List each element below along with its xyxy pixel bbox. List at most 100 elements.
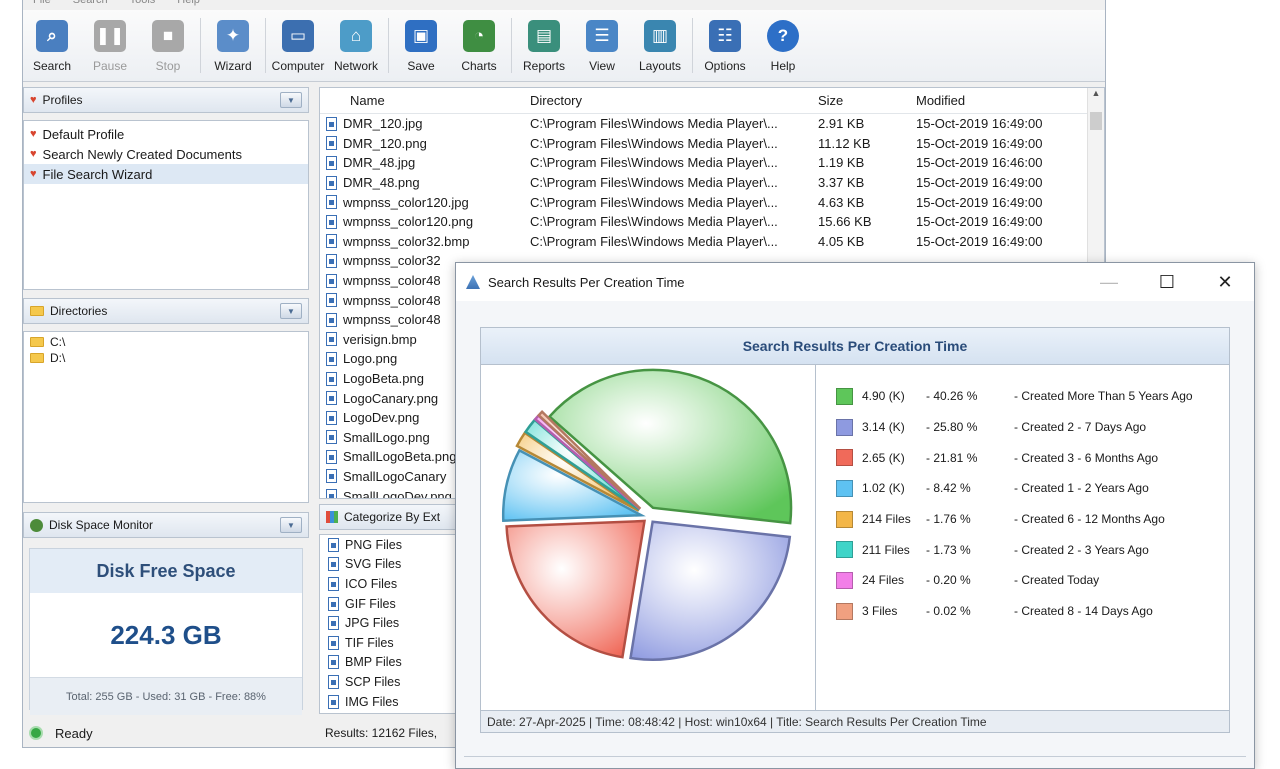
profile-item[interactable]: ♥ File Search Wizard [24,164,308,184]
disk-monitor-dropdown-button[interactable]: ▼ [280,517,302,533]
cell-size: 3.37 KB [818,175,865,191]
category-item[interactable]: JPG Files [320,613,458,633]
directories-dropdown-button[interactable]: ▼ [280,303,302,319]
categorize-panel-header: Categorize By Ext [319,504,459,530]
close-button[interactable]: ✕ [1196,263,1254,301]
directories-list: C:\ D:\ [23,331,309,503]
scroll-up-icon[interactable]: ▲ [1088,88,1104,98]
profile-item[interactable]: ♥ Search Newly Created Documents [24,144,308,164]
help-button[interactable]: ? Help [754,10,812,81]
file-icon [326,195,337,210]
results-count: Results: 12162 Files, [325,726,438,740]
file-icon [326,410,337,425]
pause-button[interactable]: ❚❚ Pause [81,10,139,81]
computer-icon: ▭ [282,20,314,52]
column-size[interactable]: Size [818,93,916,108]
view-button[interactable]: ☰ View [573,10,631,81]
save-icon: ▣ [405,20,437,52]
toolbar-label: View [589,59,615,73]
table-row[interactable]: DMR_48.jpg C:\Program Files\Windows Media… [320,153,1104,173]
category-item[interactable]: SVG Files [320,555,458,575]
table-row[interactable]: DMR_48.png C:\Program Files\Windows Media… [320,173,1104,193]
category-item[interactable]: BMP Files [320,653,458,673]
menu-help[interactable]: Help [177,0,200,10]
toolbar-label: Stop [155,59,181,73]
category-label: GIF Files [345,596,396,611]
cell-directory: C:\Program Files\Windows Media Player\..… [530,214,778,230]
disk-monitor-panel-header: Disk Space Monitor ▼ [23,512,309,538]
table-row[interactable]: DMR_120.jpg C:\Program Files\Windows Medi… [320,114,1104,134]
legend-item: 211 Files - 1.73 % - Created 2 - 3 Years A… [836,534,1193,565]
file-name: verisign.bmp [343,331,417,347]
categorize-icon [326,511,338,523]
profile-icon: ♥ [30,94,37,106]
cell-directory: C:\Program Files\Windows Media Player\..… [530,155,778,171]
file-name: wmpnss_color48 [343,292,441,308]
chart-title: Search Results Per Creation Time [481,328,1229,365]
wizard-button[interactable]: ✦ Wizard [204,10,262,81]
toolbar-separator [692,18,693,73]
category-label: IMG Files [345,694,399,709]
legend-value: 3.14 (K) [862,420,905,435]
file-icon [326,351,337,366]
profiles-dropdown-button[interactable]: ▼ [280,92,302,108]
pause-icon: ❚❚ [94,20,126,52]
menu-tools[interactable]: Tools [130,0,156,10]
layouts-button[interactable]: ▥ Layouts [631,10,689,81]
legend-item: 214 Files - 1.76 % - Created 6 - 12 Months… [836,504,1193,535]
table-row[interactable]: DMR_120.png C:\Program Files\Windows Medi… [320,134,1104,154]
reports-icon: ▤ [528,20,560,52]
options-button[interactable]: ☷ Options [696,10,754,81]
category-item[interactable]: GIF Files [320,594,458,614]
layouts-icon: ▥ [644,20,676,52]
column-directory[interactable]: Directory [530,93,818,108]
stop-icon: ■ [152,20,184,52]
directory-item[interactable]: D:\ [24,350,308,366]
computer-button[interactable]: ▭ Computer [269,10,327,81]
charts-button[interactable]: ◔ Charts [450,10,508,81]
save-button[interactable]: ▣ Save [392,10,450,81]
legend-label: - Created 2 - 7 Days Ago [1014,420,1147,435]
cell-size: 15.66 KB [818,214,872,230]
category-item[interactable]: PNG Files [320,535,458,555]
scrollbar-thumb[interactable] [1090,112,1102,130]
table-row[interactable]: wmpnss_color120.jpg C:\Program Files\Wind… [320,192,1104,212]
category-item[interactable]: ICO Files [320,574,458,594]
column-modified[interactable]: Modified [916,93,1086,108]
toolbar-label: Charts [461,59,497,73]
legend-percent: - 8.42 % [926,481,971,496]
legend-value: 1.02 (K) [862,481,905,496]
toolbar-label: Search [32,59,72,73]
profile-label: File Search Wizard [42,166,153,182]
stop-button[interactable]: ■ Stop [139,10,197,81]
reports-button[interactable]: ▤ Reports [515,10,573,81]
category-item[interactable]: IMG Files [320,692,458,712]
category-item[interactable]: TIF Files [320,633,458,653]
maximize-button[interactable]: ☐ [1138,263,1196,301]
cell-modified: 15-Oct-2019 16:49:00 [916,135,1043,151]
minimize-button[interactable]: — [1080,263,1138,301]
directory-item[interactable]: C:\ [24,334,308,350]
legend-value: 211 Files [862,542,910,557]
network-button[interactable]: ⌂ Network [327,10,385,81]
legend-item: 4.90 (K) - 40.26 % - Created More Than 5 Y… [836,381,1193,412]
table-row[interactable]: wmpnss_color120.png C:\Program Files\Wind… [320,212,1104,232]
file-icon [326,155,337,170]
column-name[interactable]: Name [320,93,530,108]
disk-free-space-box: Disk Free Space 224.3 GB Total: 255 GB -… [29,548,303,715]
file-icon [326,430,337,445]
menu-file[interactable]: File [33,0,51,10]
file-type-icon [328,596,339,611]
category-item[interactable]: SCP Files [320,672,458,692]
categorize-list: PNG Files SVG Files ICO Files GIF Files JPG … [319,534,459,714]
profiles-title: Profiles [42,93,83,107]
file-icon [326,293,337,308]
menu-search[interactable]: Search [73,0,108,10]
search-button[interactable]: ⌕ Search [23,10,81,81]
cell-directory: C:\Program Files\Windows Media Player\..… [530,175,778,191]
profile-item[interactable]: ♥ Default Profile [24,124,308,144]
disk-free-space-title: Disk Free Space [30,549,302,593]
table-row[interactable]: wmpnss_color32.bmp C:\Program Files\Windo… [320,232,1104,252]
category-label: TIF Files [345,635,394,650]
file-icon [326,391,337,406]
